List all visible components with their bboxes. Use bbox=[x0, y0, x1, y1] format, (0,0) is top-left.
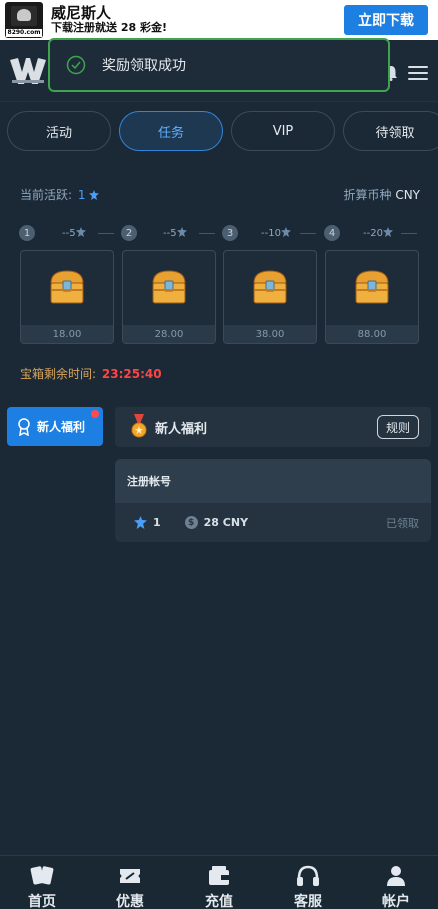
chest-card[interactable]: 38.00 bbox=[223, 250, 317, 344]
banner-title: 威尼斯人 bbox=[51, 4, 112, 23]
remaining-label: 宝箱剩余时间: bbox=[20, 367, 97, 381]
nav-support-label: 客服 bbox=[294, 894, 322, 909]
currency-info: 折算币种 CNY bbox=[343, 186, 420, 203]
task-row: 1 $ 28 CNY 已领取 bbox=[115, 503, 431, 542]
points-icon bbox=[280, 227, 291, 237]
nav-promotions[interactable]: 优惠 bbox=[100, 864, 160, 909]
task-card: 注册帐号 1 $ 28 CNY 已领取 bbox=[115, 459, 431, 542]
wallet-icon bbox=[209, 866, 229, 885]
chest-amount: 88.00 bbox=[326, 325, 418, 343]
task-reward: $ 28 CNY bbox=[184, 516, 248, 529]
rules-button[interactable]: 规则 bbox=[377, 415, 419, 439]
chest-card[interactable]: 18.00 bbox=[20, 250, 114, 344]
coin-icon: $ bbox=[184, 516, 198, 529]
download-button[interactable]: 立即下载 bbox=[344, 5, 428, 35]
activity-label: 当前活跃: bbox=[20, 188, 73, 202]
nav-promotions-label: 优惠 bbox=[116, 894, 144, 909]
menu-icon[interactable] bbox=[408, 66, 428, 80]
notification-dot bbox=[91, 410, 99, 418]
nav-deposit-label: 充值 bbox=[205, 894, 233, 909]
step-value: --20 bbox=[363, 227, 393, 239]
points-icon bbox=[176, 227, 187, 237]
task-status: 已领取 bbox=[386, 516, 419, 530]
activity-value: 1 bbox=[77, 188, 86, 202]
step-connector bbox=[401, 233, 417, 234]
chest-amount: 38.00 bbox=[224, 325, 316, 343]
tab-pending[interactable]: 待领取 bbox=[343, 111, 438, 151]
sidebar-item-label: 新人福利 bbox=[37, 420, 86, 434]
step-connector bbox=[98, 233, 114, 234]
points-icon bbox=[382, 227, 393, 237]
tab-activity[interactable]: 活动 bbox=[7, 111, 111, 151]
treasure-chest-icon bbox=[355, 270, 389, 304]
chest-remaining-time: 宝箱剩余时间: 23:25:40 bbox=[20, 365, 162, 382]
points-icon bbox=[134, 516, 147, 529]
nav-home[interactable]: 首页 bbox=[12, 864, 72, 909]
chest-amount: 28.00 bbox=[123, 325, 215, 343]
step-value: --5 bbox=[163, 227, 187, 239]
logo-url-text: 8290.com bbox=[6, 29, 42, 37]
chest-card[interactable]: 88.00 bbox=[325, 250, 419, 344]
success-toast: 奖励领取成功 bbox=[48, 38, 390, 92]
treasure-chest-icon bbox=[50, 270, 84, 304]
currency-label: 折算币种 bbox=[343, 188, 392, 202]
current-activity: 当前活跃: 1 bbox=[20, 186, 100, 203]
toast-message: 奖励领取成功 bbox=[102, 58, 186, 74]
currency-value: CNY bbox=[395, 188, 420, 202]
step-number: 4 bbox=[324, 225, 340, 241]
app-logo: 8290.com bbox=[5, 2, 43, 38]
step-connector bbox=[300, 233, 316, 234]
step-number: 1 bbox=[19, 225, 35, 241]
remaining-countdown: 23:25:40 bbox=[101, 367, 162, 381]
nav-account[interactable]: 帐户 bbox=[366, 864, 426, 909]
banner-subtitle: 下载注册就送 28 彩金! bbox=[51, 21, 167, 35]
nav-deposit[interactable]: 充值 bbox=[189, 864, 249, 909]
user-icon bbox=[387, 866, 405, 886]
cards-icon bbox=[30, 866, 54, 885]
step-number: 2 bbox=[121, 225, 137, 241]
step-value: --10 bbox=[261, 227, 291, 239]
panel-title: 新人福利 bbox=[155, 421, 208, 437]
logo-image bbox=[11, 6, 37, 26]
coupon-icon bbox=[120, 869, 140, 883]
promo-banner: 8290.com 威尼斯人 下载注册就送 28 彩金! 立即下载 bbox=[0, 0, 438, 40]
step-number: 3 bbox=[222, 225, 238, 241]
points-icon bbox=[75, 227, 86, 237]
tab-vip[interactable]: VIP bbox=[231, 111, 335, 151]
nav-account-label: 帐户 bbox=[382, 894, 410, 909]
task-points: 1 bbox=[134, 516, 161, 529]
tab-bar: 活动 任务 VIP 待领取 bbox=[7, 111, 438, 151]
chest-amount: 18.00 bbox=[21, 325, 113, 343]
task-title: 注册帐号 bbox=[115, 459, 431, 503]
tab-tasks[interactable]: 任务 bbox=[119, 111, 223, 151]
nav-home-label: 首页 bbox=[28, 894, 56, 909]
brand-logo-icon[interactable] bbox=[8, 54, 48, 88]
newbie-panel-header: 新人福利 规则 bbox=[115, 407, 431, 447]
nav-support[interactable]: 客服 bbox=[278, 864, 338, 909]
step-value: --5 bbox=[62, 227, 86, 239]
sidebar-item-newbie[interactable]: 新人福利 bbox=[7, 407, 103, 446]
bottom-nav: 首页 优惠 充值 客服 帐户 bbox=[0, 855, 438, 909]
step-connector bbox=[199, 233, 215, 234]
ribbon-icon bbox=[18, 417, 30, 436]
activity-points-icon bbox=[89, 190, 100, 200]
medal-icon bbox=[131, 414, 147, 438]
headset-icon bbox=[297, 865, 319, 886]
chest-card[interactable]: 28.00 bbox=[122, 250, 216, 344]
treasure-chest-icon bbox=[253, 270, 287, 304]
treasure-chest-icon bbox=[152, 270, 186, 304]
check-circle-icon bbox=[66, 55, 86, 75]
